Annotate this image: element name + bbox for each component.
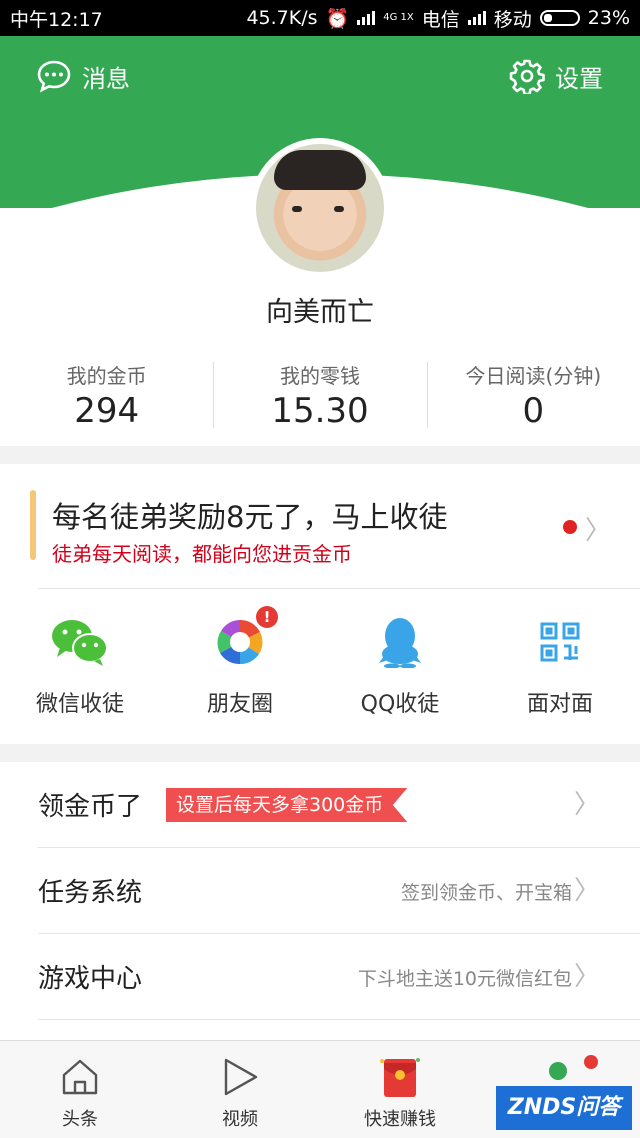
tab-earn-money[interactable]: 快速赚钱 <box>320 1041 480 1138</box>
stat-change[interactable]: 我的零钱 15.30 <box>213 360 426 431</box>
battery-level: 23% <box>587 7 630 29</box>
tab-label: 视频 <box>222 1109 258 1130</box>
stat-label: 我的金币 <box>66 364 147 388</box>
menu-item-hint: 签到领金币、开宝箱 <box>400 882 572 904</box>
menu-list: 领金币了 设置后每天多拿300金币 〉 任务系统 签到领金币、开宝箱 〉 游戏中… <box>0 762 640 1040</box>
share-options: 微信收徒 ! 朋友圈 QQ收徒 面对面 <box>0 604 640 724</box>
settings-label: 设置 <box>555 64 603 93</box>
tab-label: 快速赚钱 <box>364 1109 436 1130</box>
menu-item-collect-coins[interactable]: 领金币了 设置后每天多拿300金币 〉 <box>0 762 640 848</box>
alert-badge: ! <box>256 606 278 628</box>
share-label: 朋友圈 <box>206 692 273 717</box>
stat-reading-time[interactable]: 今日阅读(分钟) 0 <box>426 360 640 431</box>
menu-item-tasks[interactable]: 任务系统 签到领金币、开宝箱 〉 <box>0 848 640 934</box>
share-label: 面对面 <box>526 692 593 717</box>
wechat-icon <box>50 612 110 672</box>
signal-icon-2 <box>467 11 486 25</box>
stat-value: 15.30 <box>271 391 369 431</box>
share-label: QQ收徒 <box>360 692 440 717</box>
chevron-right-icon: 〉 <box>573 876 600 906</box>
play-icon <box>218 1055 262 1099</box>
accent-bar <box>30 490 36 560</box>
invite-subtitle: 徒弟每天阅读，都能向您进贡金币 <box>52 542 352 566</box>
carrier-2: 移动 <box>493 8 532 31</box>
chevron-right-icon: 〉 <box>573 962 600 992</box>
share-qq[interactable]: QQ收徒 <box>320 604 480 724</box>
invite-section: 每名徒弟奖励8元了，马上收徒 徒弟每天阅读，都能向您进贡金币 〉 微信收徒 ! … <box>0 464 640 744</box>
carrier-1: 电信 <box>421 8 460 31</box>
stat-label: 我的零钱 <box>279 364 360 388</box>
menu-item-title: 领金币了 <box>38 792 143 822</box>
messages-button[interactable]: 消息 <box>36 58 130 94</box>
qq-icon <box>370 612 430 672</box>
share-moments[interactable]: ! 朋友圈 <box>160 604 320 724</box>
chevron-right-icon: 〉 <box>573 790 600 820</box>
alarm-icon: ⏰ <box>325 7 350 30</box>
tab-video[interactable]: 视频 <box>160 1041 320 1138</box>
avatar-photo <box>256 144 384 272</box>
notification-dot <box>563 520 577 534</box>
status-time: 中午12:17 <box>10 8 103 31</box>
stat-value: 294 <box>74 391 140 431</box>
red-envelope-icon <box>378 1055 422 1099</box>
invite-banner[interactable]: 每名徒弟奖励8元了，马上收徒 徒弟每天阅读，都能向您进贡金币 〉 <box>0 464 640 588</box>
moments-icon: ! <box>210 606 278 672</box>
share-wechat[interactable]: 微信收徒 <box>0 604 160 724</box>
status-bar: 中午12:17 45.7K/s ⏰ 4G 1X 电信 移动 23% <box>0 0 640 36</box>
signal-icon <box>357 11 376 25</box>
avatar[interactable] <box>250 138 390 278</box>
gear-icon <box>509 59 545 94</box>
menu-item-title: 游戏中心 <box>38 964 143 994</box>
status-speed: 45.7K/s <box>246 7 318 29</box>
stat-coins[interactable]: 我的金币 294 <box>0 360 213 431</box>
watermark-logo: ZNDS问答 <box>496 1086 632 1130</box>
invite-title: 每名徒弟奖励8元了，马上收徒 <box>52 500 448 534</box>
menu-item-title: 任务系统 <box>38 878 143 908</box>
username: 向美而亡 <box>266 297 374 328</box>
settings-button[interactable]: 设置 <box>509 58 603 94</box>
network-type: 4G 1X <box>383 12 414 23</box>
share-label: 微信收徒 <box>35 692 124 717</box>
chevron-right-icon: 〉 <box>585 516 612 546</box>
stats-row: 我的金币 294 我的零钱 15.30 今日阅读(分钟) 0 <box>0 360 640 431</box>
notification-dot <box>584 1055 598 1069</box>
chat-bubble-icon <box>37 60 71 93</box>
battery-icon <box>539 10 580 26</box>
divider <box>38 1019 640 1020</box>
messages-label: 消息 <box>82 64 130 93</box>
stat-label: 今日阅读(分钟) <box>465 364 602 388</box>
divider <box>38 588 640 589</box>
menu-item-hint: 下斗地主送10元微信红包 <box>357 968 572 990</box>
home-icon <box>58 1055 102 1099</box>
stat-value: 0 <box>522 391 545 431</box>
share-face-to-face[interactable]: 面对面 <box>480 604 640 724</box>
qrcode-icon <box>530 612 590 672</box>
promo-tag: 设置后每天多拿300金币 <box>166 788 408 822</box>
tab-label: 头条 <box>62 1109 98 1130</box>
tab-headlines[interactable]: 头条 <box>0 1041 160 1138</box>
menu-item-games[interactable]: 游戏中心 下斗地主送10元微信红包 〉 <box>0 934 640 1020</box>
